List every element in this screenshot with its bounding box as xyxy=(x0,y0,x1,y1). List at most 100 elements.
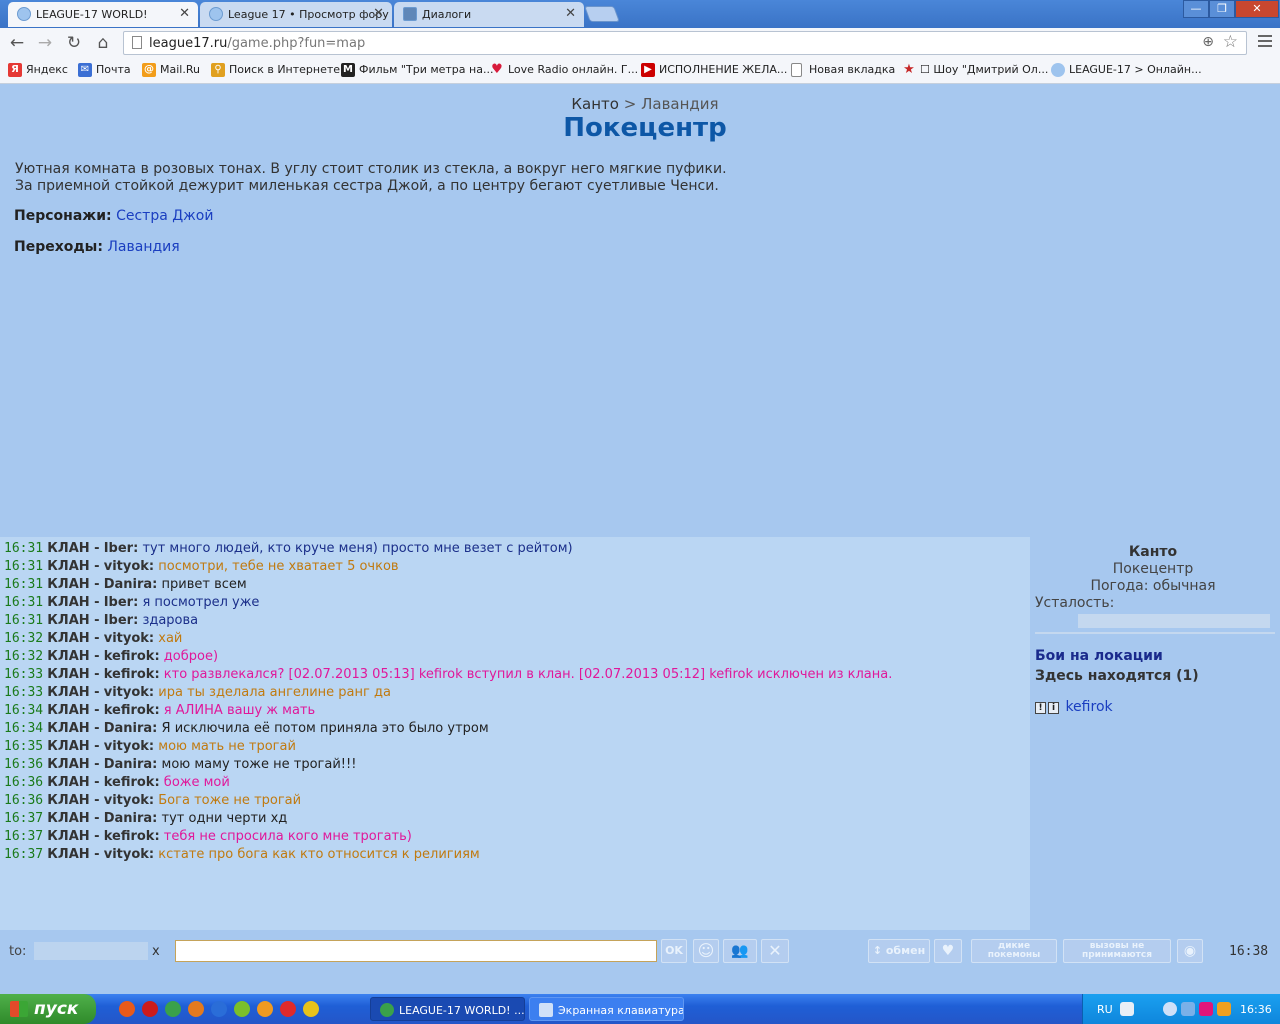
bookmark-yandex[interactable]: Я Яндекс xyxy=(8,63,68,77)
breadcrumb: Канто > Лавандия xyxy=(0,95,1280,113)
quicklaunch-icon[interactable] xyxy=(119,1001,135,1017)
menu-icon[interactable] xyxy=(1258,35,1272,49)
bookmarks-bar: Я Яндекс ✉ Почта @ Mail.Ru ⚲ Поиск в Интерне… xyxy=(0,58,1280,84)
close-window-button[interactable]: ✕ xyxy=(1235,0,1279,18)
chat-nick[interactable]: vityok: xyxy=(104,559,154,574)
tray-arrow-icon[interactable] xyxy=(1163,1002,1177,1016)
bookmark-love-radio[interactable]: ♥ Love Radio онлайн. Г... xyxy=(490,63,638,77)
start-button[interactable]: пуск xyxy=(0,994,96,1024)
chat-nick[interactable]: kefirok: xyxy=(104,775,160,790)
forward-arrow-icon[interactable]: → xyxy=(34,33,56,53)
tray-app-icon[interactable] xyxy=(1199,1002,1213,1016)
bookmark-star-icon[interactable]: ☆ xyxy=(1223,32,1238,52)
address-bar[interactable]: league17.ru/game.php?fun=map ⊕ ☆ xyxy=(123,31,1247,55)
chat-nick[interactable]: Iber: xyxy=(104,613,139,628)
mailru-agent-icon[interactable] xyxy=(211,1001,227,1017)
tab-dialogs[interactable]: Диалоги ✕ xyxy=(394,2,584,27)
minimize-button[interactable]: — xyxy=(1183,0,1209,18)
bookmark-new-tab[interactable]: Новая вкладка xyxy=(791,63,895,77)
bookmark-youtube[interactable]: ▶ ИСПОЛНЕНИЕ ЖЕЛА... xyxy=(641,63,787,77)
info-icon[interactable]: i xyxy=(1048,702,1059,714)
close-tab-icon[interactable]: ✕ xyxy=(179,6,190,21)
chat-input-row: to: x OK ☺ 👥 ✕ ↕ обмен ♥ дикие покемоны в… xyxy=(0,930,1280,990)
new-tab-button[interactable] xyxy=(584,6,620,22)
chrome-icon[interactable] xyxy=(165,1001,181,1017)
chat-nick[interactable]: Danira: xyxy=(104,757,158,772)
smiley-icon[interactable]: ☺ xyxy=(693,939,719,963)
chat-nick[interactable]: vityok: xyxy=(104,793,154,808)
youtube-icon: ▶ xyxy=(641,63,655,77)
help-icon[interactable] xyxy=(1120,1002,1134,1016)
home-icon[interactable]: ⌂ xyxy=(92,33,114,53)
chat-nick[interactable]: vityok: xyxy=(104,847,154,862)
firefox-icon[interactable] xyxy=(188,1001,204,1017)
network-icon[interactable] xyxy=(1181,1002,1195,1016)
bookmark-show[interactable]: ★ ☐ Шоу "Дмитрий Ол... xyxy=(902,62,1048,77)
bookmark-film[interactable]: M Фильм "Три метра на... xyxy=(341,63,493,77)
film-icon: M xyxy=(341,63,355,77)
star-icon: ★ xyxy=(903,62,915,77)
characters-label: Персонажи: xyxy=(14,208,112,224)
windows-taskbar: пуск LEAGUE-17 WORLD! ... Экранная клави… xyxy=(0,994,1280,1024)
clear-recipient-button[interactable]: x xyxy=(152,944,160,959)
chat-nick[interactable]: kefirok: xyxy=(104,829,160,844)
yandex-browser-icon[interactable] xyxy=(280,1001,296,1017)
chat-log[interactable]: 16:31 КЛАН - Iber: тут много людей, кто … xyxy=(0,537,1030,930)
quicklaunch-icon[interactable] xyxy=(234,1001,250,1017)
chat-message: 16:31 КЛАН - Iber: я посмотрел уже xyxy=(4,595,260,610)
calls-disabled-button[interactable]: вызовы не принимаются xyxy=(1063,939,1171,963)
chat-nick[interactable]: Danira: xyxy=(104,811,158,826)
system-clock: 16:36 xyxy=(1240,1003,1272,1016)
heart-button[interactable]: ♥ xyxy=(934,939,962,963)
reload-icon[interactable]: ↻ xyxy=(63,33,85,53)
odnoklassniki-icon[interactable] xyxy=(257,1001,273,1017)
send-button[interactable]: OK xyxy=(661,939,687,963)
breadcrumb-area[interactable]: Лавандия xyxy=(641,95,718,113)
tray-app-icon[interactable] xyxy=(1217,1002,1231,1016)
media-player-icon[interactable] xyxy=(303,1001,319,1017)
alert-icon[interactable]: ! xyxy=(1035,702,1046,714)
chat-nick[interactable]: kefirok: xyxy=(104,649,160,664)
close-x-icon[interactable]: ✕ xyxy=(761,939,789,963)
chat-nick[interactable]: Iber: xyxy=(104,541,139,556)
battles-link[interactable]: Бои на локации xyxy=(1035,648,1163,664)
bookmark-pochta[interactable]: ✉ Почта xyxy=(78,63,131,77)
back-arrow-icon[interactable]: ← xyxy=(6,33,28,53)
bookmark-mailru[interactable]: @ Mail.Ru xyxy=(142,63,200,77)
chat-nick[interactable]: Danira: xyxy=(104,577,158,592)
chat-nick[interactable]: Iber: xyxy=(104,595,139,610)
description-line: Уютная комната в розовых тонах. В углу с… xyxy=(15,161,727,177)
chat-nick[interactable]: vityok: xyxy=(104,685,154,700)
language-indicator[interactable]: RU xyxy=(1097,1003,1113,1016)
to-label: to: xyxy=(9,944,27,959)
bookmark-search[interactable]: ⚲ Поиск в Интернете xyxy=(211,63,340,77)
message-input[interactable] xyxy=(175,940,657,962)
tab-league17-world[interactable]: LEAGUE-17 WORLD! ✕ xyxy=(8,2,198,27)
breadcrumb-region[interactable]: Канто xyxy=(571,95,619,113)
recipient-input[interactable] xyxy=(34,942,148,960)
close-tab-icon[interactable]: ✕ xyxy=(565,6,576,21)
player-entry: ! i kefirok xyxy=(1035,699,1113,715)
restore-button[interactable]: ❐ xyxy=(1209,0,1235,18)
chat-nick[interactable]: vityok: xyxy=(104,739,154,754)
chat-nick[interactable]: kefirok: xyxy=(104,703,160,718)
close-tab-icon[interactable]: ✕ xyxy=(373,6,384,21)
group-icon[interactable]: 👥 xyxy=(723,939,757,963)
opera-icon[interactable] xyxy=(142,1001,158,1017)
chat-nick[interactable]: vityok: xyxy=(104,631,154,646)
exchange-button[interactable]: ↕ обмен xyxy=(868,939,930,963)
eye-icon[interactable]: ◉ xyxy=(1177,939,1203,963)
zoom-icon[interactable]: ⊕ xyxy=(1202,34,1214,50)
bookmark-league17-online[interactable]: LEAGUE-17 > Онлайн... xyxy=(1051,63,1202,77)
exit-link-lavender[interactable]: Лавандия xyxy=(107,239,179,255)
chat-nick[interactable]: Danira: xyxy=(104,721,158,736)
chat-message: 16:31 КЛАН - Iber: здарова xyxy=(4,613,199,628)
wild-pokemon-button[interactable]: дикие покемоны xyxy=(971,939,1057,963)
taskbar-item-keyboard[interactable]: Экранная клавиатура xyxy=(529,997,684,1021)
chat-nick[interactable]: kefirok: xyxy=(104,667,160,682)
tab-league17-forum[interactable]: League 17 • Просмотр фору ✕ xyxy=(200,2,392,27)
tab-title: League 17 • Просмотр фору xyxy=(228,8,389,21)
player-link-kefirok[interactable]: kefirok xyxy=(1065,699,1112,715)
character-link-joy[interactable]: Сестра Джой xyxy=(116,208,213,224)
taskbar-item-league17[interactable]: LEAGUE-17 WORLD! ... xyxy=(370,997,525,1021)
